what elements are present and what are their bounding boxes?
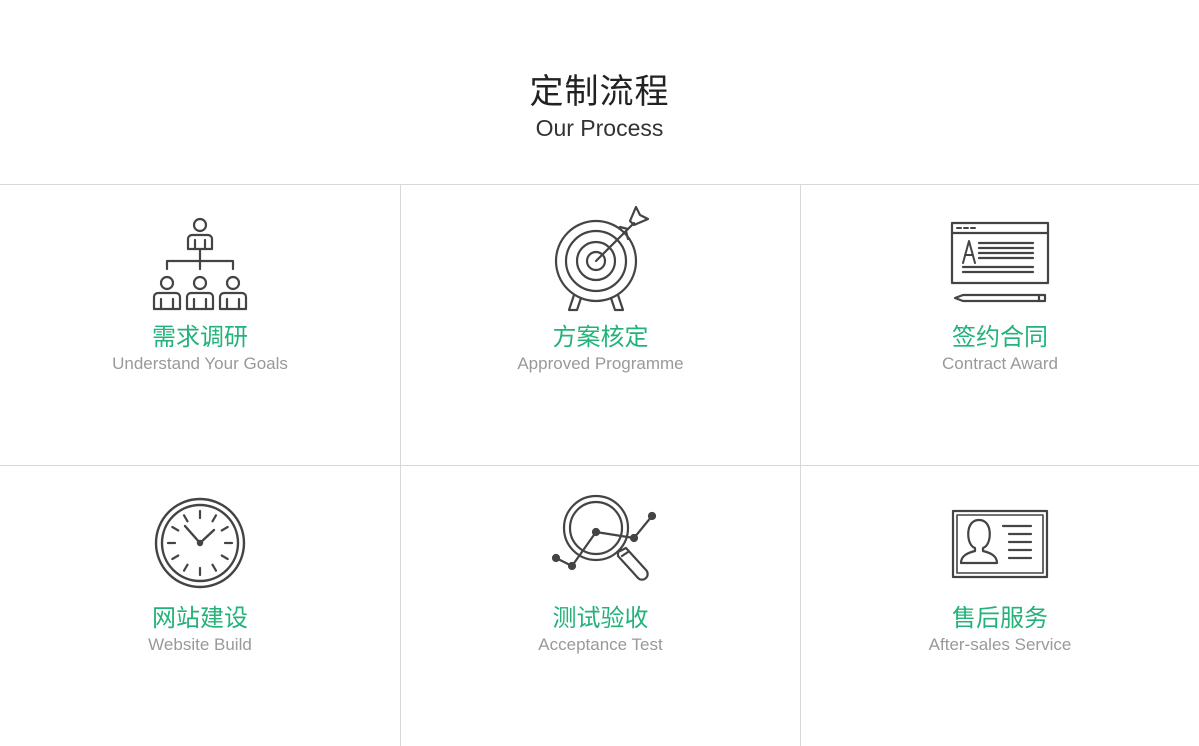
step-title-cn: 售后服务 xyxy=(952,604,1048,632)
org-chart-icon xyxy=(145,203,255,313)
process-header: 定制流程 Our Process xyxy=(0,0,1199,184)
contract-document-icon xyxy=(945,203,1055,313)
step-title-en: Contract Award xyxy=(942,354,1058,373)
process-step-contract[interactable]: 签约合同 Contract Award xyxy=(800,185,1199,466)
process-grid: 需求调研 Understand Your Goals 方案核定 Approved… xyxy=(0,184,1199,746)
step-title-en: Understand Your Goals xyxy=(112,354,288,373)
clock-icon xyxy=(145,484,255,594)
step-title-cn: 网站建设 xyxy=(152,604,248,632)
target-icon xyxy=(546,203,656,313)
step-title-en: Approved Programme xyxy=(517,354,684,373)
id-card-icon xyxy=(945,484,1055,594)
step-title-cn: 签约合同 xyxy=(952,323,1048,351)
step-title-en: Website Build xyxy=(148,635,252,654)
step-title-cn: 测试验收 xyxy=(552,604,649,632)
step-title-cn: 需求调研 xyxy=(152,323,248,351)
magnifier-chart-icon xyxy=(546,484,656,594)
page-title: 定制流程 xyxy=(529,72,670,112)
process-step-programme[interactable]: 方案核定 Approved Programme xyxy=(400,185,800,466)
process-step-service[interactable]: 售后服务 After-sales Service xyxy=(800,466,1199,746)
step-title-cn: 方案核定 xyxy=(552,323,649,351)
process-step-research[interactable]: 需求调研 Understand Your Goals xyxy=(0,185,400,466)
step-title-en: After-sales Service xyxy=(928,635,1072,654)
step-title-en: Acceptance Test xyxy=(538,635,663,654)
process-step-acceptance[interactable]: 测试验收 Acceptance Test xyxy=(400,466,800,746)
page-subtitle: Our Process xyxy=(535,115,664,141)
process-step-build[interactable]: 网站建设 Website Build xyxy=(0,466,400,746)
